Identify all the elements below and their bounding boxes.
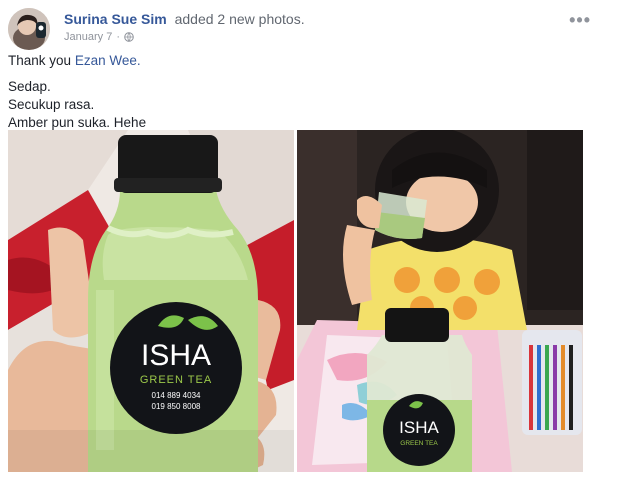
- meta-separator: ·: [116, 31, 120, 43]
- thanks-prefix: Thank you: [8, 53, 72, 68]
- mention-link[interactable]: Ezan Wee.: [75, 53, 141, 68]
- label-phone-2: 019 850 8008: [152, 402, 201, 411]
- message-line: Sedap.: [8, 79, 51, 94]
- label-tagline-2: GREEN TEA: [400, 440, 438, 447]
- label-brand-2: ISHA: [399, 418, 439, 437]
- avatar-image: [8, 8, 50, 50]
- post-timestamp[interactable]: January 7: [64, 31, 112, 43]
- feed-post: Surina Sue Sim added 2 new photos. Janua…: [0, 0, 633, 482]
- globe-icon[interactable]: [124, 32, 134, 42]
- photo-1-image: ISHA GREEN TEA 014 889 4034 019 850 8008: [8, 130, 294, 472]
- post-header-line: Surina Sue Sim added 2 new photos.: [64, 11, 305, 27]
- photo-bottle-in-hand[interactable]: ISHA GREEN TEA 014 889 4034 019 850 8008: [8, 130, 294, 472]
- post-action-text: added 2 new photos.: [174, 11, 305, 27]
- label-phone-1: 014 889 4034: [152, 391, 201, 400]
- label-brand: ISHA: [141, 339, 211, 372]
- ellipsis-icon[interactable]: •••: [569, 10, 591, 31]
- author-name-link[interactable]: Surina Sue Sim: [64, 11, 167, 27]
- author-avatar[interactable]: [8, 8, 50, 50]
- post-message: Thank you Ezan Wee. Sedap. Secukup rasa.…: [8, 52, 146, 132]
- photo-child-drinking[interactable]: ISHA GREEN TEA: [297, 130, 583, 472]
- message-line: Secukup rasa.: [8, 97, 95, 112]
- thanks-line: Thank you Ezan Wee.: [8, 52, 146, 70]
- photo-2-image: ISHA GREEN TEA: [297, 130, 583, 472]
- label-tagline: GREEN TEA: [140, 374, 212, 386]
- post-meta: January 7 ·: [64, 31, 134, 43]
